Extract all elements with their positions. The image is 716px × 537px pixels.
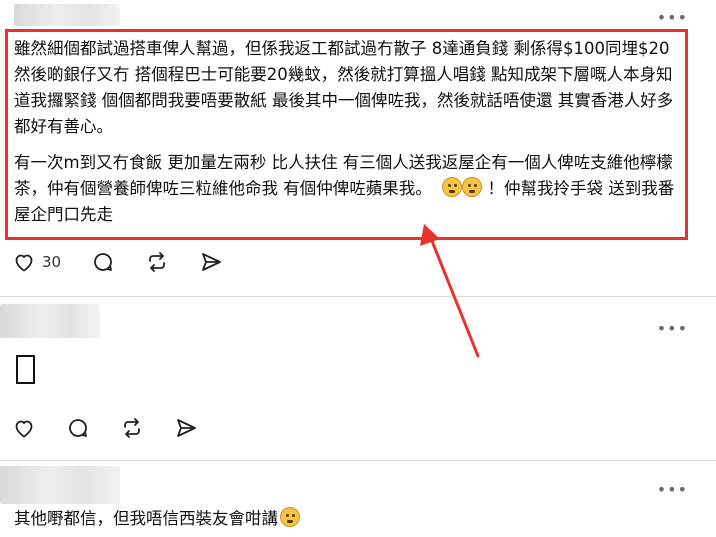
- more-options-icon[interactable]: •••: [657, 321, 688, 337]
- more-options-icon[interactable]: •••: [657, 10, 688, 26]
- share-button[interactable]: [199, 250, 223, 274]
- repost-icon: [149, 252, 165, 272]
- comment-button[interactable]: [91, 250, 115, 274]
- author-name-blurred[interactable]: [0, 466, 120, 504]
- share-icon: [177, 419, 196, 437]
- post-divider: [0, 460, 716, 461]
- post-divider: [0, 296, 716, 297]
- post-body: 其他嘢都信，但我唔信西裝友會咁講: [14, 506, 674, 532]
- highlight-box: [5, 29, 688, 240]
- post-actions: 30: [12, 250, 253, 274]
- author-name-blurred[interactable]: [0, 304, 100, 338]
- share-icon: [202, 253, 221, 271]
- rolling-laughing-emoji-icon: [280, 507, 300, 527]
- annotation-arrow: [420, 224, 480, 358]
- like-count: 30: [42, 253, 62, 271]
- comment-button[interactable]: [66, 416, 90, 440]
- heart-icon: [15, 254, 33, 272]
- author-name-blurred[interactable]: [14, 4, 120, 26]
- heart-icon: [15, 420, 33, 438]
- repost-button[interactable]: [120, 416, 144, 440]
- like-button[interactable]: [12, 416, 36, 440]
- like-button[interactable]: 30: [12, 250, 61, 274]
- share-button[interactable]: [174, 416, 198, 440]
- repost-button[interactable]: [145, 250, 169, 274]
- comment-icon: [94, 253, 112, 271]
- repost-icon: [124, 418, 140, 438]
- post-actions: [12, 416, 228, 440]
- comment-icon: [69, 419, 87, 437]
- more-options-icon[interactable]: •••: [657, 482, 688, 498]
- missing-glyph-box: [16, 355, 35, 384]
